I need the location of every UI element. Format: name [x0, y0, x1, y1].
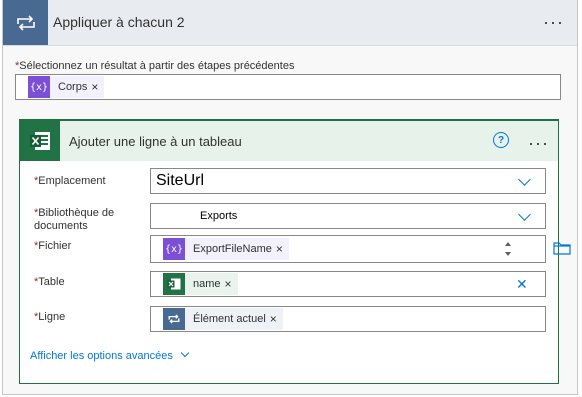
- token-label: Corps: [58, 81, 88, 93]
- loop-icon: [3, 0, 48, 45]
- library-label: *Bibliothèque de documents: [34, 207, 115, 232]
- apply-to-each-container: Appliquer à chacun 2 ··· *Sélectionnez u…: [2, 0, 578, 395]
- token-label: name: [193, 278, 221, 290]
- token-remove-button[interactable]: ×: [276, 242, 289, 256]
- token-remove-button[interactable]: ×: [91, 80, 104, 94]
- token-label: Élément actuel: [193, 313, 266, 325]
- close-icon[interactable]: ✕: [516, 276, 528, 293]
- apply-to-each-title: Appliquer à chacun 2: [53, 14, 185, 30]
- select-output-label: *Sélectionnez un résultat à partir des é…: [15, 60, 295, 72]
- expression-icon: {x}: [28, 76, 50, 98]
- token-label: ExportFileName: [193, 243, 272, 255]
- library-dropdown[interactable]: Exports: [150, 203, 546, 229]
- location-value: SiteUrl: [156, 172, 205, 189]
- dynamic-content-token[interactable]: {x} ExportFileName ×: [163, 238, 289, 260]
- file-input[interactable]: {x} ExportFileName ×: [150, 235, 546, 263]
- current-item-token[interactable]: Élément actuel ×: [163, 308, 283, 330]
- table-label: *Table: [34, 276, 65, 288]
- chevron-down-icon[interactable]: [518, 208, 531, 221]
- select-output-input[interactable]: {x} Corps ×: [15, 74, 561, 100]
- file-label: *Fichier: [34, 240, 72, 252]
- help-icon[interactable]: ?: [493, 132, 509, 148]
- chevron-down-icon[interactable]: [518, 173, 531, 186]
- excel-icon: [20, 121, 60, 161]
- action-title: Ajouter une ligne à un tableau: [69, 134, 242, 149]
- row-label: *Ligne: [34, 311, 66, 323]
- excel-icon: [163, 273, 185, 295]
- more-icon[interactable]: ···: [528, 134, 549, 152]
- folder-icon[interactable]: [553, 241, 571, 255]
- row-input[interactable]: Élément actuel ×: [150, 306, 546, 332]
- spinner-icon[interactable]: [503, 239, 513, 259]
- add-row-action-card: Ajouter une ligne à un tableau ? ··· *Em…: [19, 119, 571, 384]
- token-remove-button[interactable]: ×: [270, 312, 283, 326]
- chevron-down-icon: [180, 348, 190, 358]
- expression-icon: {x}: [163, 238, 185, 260]
- add-row-action-header[interactable]: Ajouter une ligne à un tableau ? ···: [20, 121, 558, 161]
- more-icon[interactable]: ···: [543, 13, 564, 31]
- loop-icon: [163, 308, 185, 330]
- dynamic-content-token[interactable]: {x} Corps ×: [28, 76, 105, 98]
- location-dropdown[interactable]: SiteUrl: [150, 168, 546, 194]
- apply-to-each-header[interactable]: Appliquer à chacun 2 ···: [3, 0, 577, 46]
- show-advanced-options-link[interactable]: Afficher les options avancées: [30, 348, 190, 362]
- token-remove-button[interactable]: ×: [225, 277, 238, 291]
- location-label: *Emplacement: [34, 175, 106, 187]
- table-input[interactable]: name × ✕: [150, 271, 546, 297]
- library-value: Exports: [200, 210, 238, 222]
- table-token[interactable]: name ×: [163, 273, 238, 295]
